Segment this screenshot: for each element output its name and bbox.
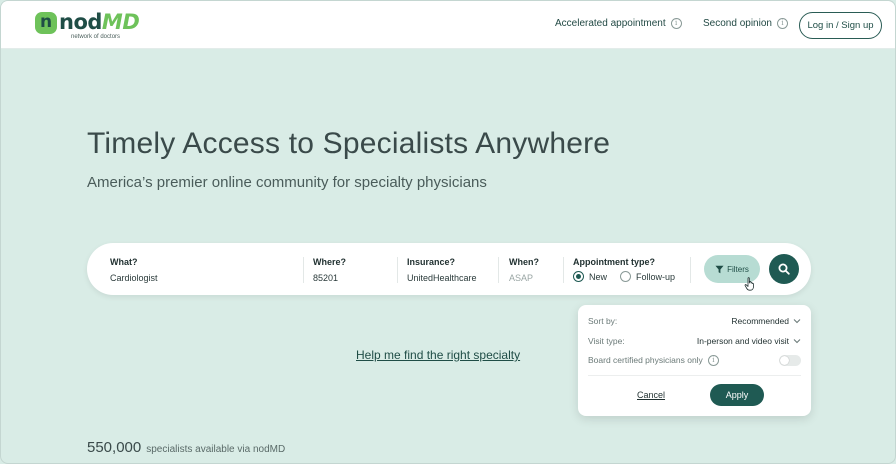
logo-mark-letter: n [39,11,53,32]
visit-type-label: Visit type: [588,336,625,346]
logo-text-accent: MD [101,10,140,34]
when-input[interactable]: ASAP [509,273,539,283]
sort-by-row[interactable]: Sort by: Recommended [588,314,801,328]
hand-cursor-icon [744,277,754,291]
insurance-input[interactable]: UnitedHealthcare [407,273,477,283]
logo-wordmark: nodMD [59,10,140,34]
info-icon[interactable]: i [670,18,682,29]
what-field[interactable]: What? Cardiologist [110,257,158,283]
cancel-button[interactable]: Cancel [637,390,665,400]
specialists-count-number: 550,000 [87,439,142,456]
info-icon[interactable]: i [776,18,788,29]
radio-follow-up[interactable] [620,271,632,282]
appointment-type-field: Appointment type? New Follow-up [573,257,688,282]
insurance-field[interactable]: Insurance? UnitedHealthcare [407,257,477,283]
specialists-count: 550,000 specialists available via nodMD [87,439,285,456]
field-divider [397,257,398,283]
logo-mark: n [35,12,57,34]
chevron-down-icon [793,339,801,344]
sort-by-label: Sort by: [588,316,618,326]
nav-accelerated-appointment[interactable]: Accelerated appointment i [555,18,682,29]
nav-second-opinion-label: Second opinion [703,18,772,29]
app-frame: n nodMD network of doctors Accelerated a… [0,0,896,464]
when-field[interactable]: When? ASAP [509,257,539,283]
when-label: When? [509,257,539,267]
appointment-type-options: New Follow-up [573,271,688,282]
info-icon[interactable]: i [707,354,719,366]
radio-follow-up-label[interactable]: Follow-up [636,272,675,282]
chevron-down-icon [793,319,801,324]
search-button[interactable] [769,254,799,284]
where-input[interactable]: 85201 [313,273,346,283]
field-divider [563,257,564,283]
field-divider [303,257,304,283]
header: n nodMD network of doctors Accelerated a… [1,1,895,49]
specialists-count-text: specialists available via nodMD [146,444,286,455]
logo-tagline: network of doctors [71,34,121,40]
apply-button[interactable]: Apply [710,384,764,406]
field-divider [498,257,499,283]
login-signup-button[interactable]: Log in / Sign up [799,12,882,39]
board-certified-label: Board certified physicians only i [588,354,719,366]
nav-second-opinion[interactable]: Second opinion i [703,18,788,29]
what-input[interactable]: Cardiologist [110,273,158,283]
hero-title: Timely Access to Specialists Anywhere [87,127,611,160]
where-field[interactable]: Where? 85201 [313,257,346,283]
what-label: What? [110,257,138,267]
appointment-type-label: Appointment type? [573,257,655,267]
visit-type-value: In-person and video visit [696,336,789,346]
field-divider [690,257,691,283]
dropdown-divider [588,375,801,376]
insurance-label: Insurance? [407,257,456,267]
nav-accelerated-appointment-label: Accelerated appointment [555,18,666,29]
board-certified-text: Board certified physicians only [588,355,703,365]
visit-type-row[interactable]: Visit type: In-person and video visit [588,334,801,348]
hero-subtitle: America’s premier online community for s… [87,174,487,191]
filter-funnel-icon [715,265,724,273]
radio-new[interactable] [573,271,584,282]
help-find-specialty-link[interactable]: Help me find the right specialty [356,348,520,362]
nodmd-logo[interactable]: n nodMD network of doctors [35,10,155,42]
search-bar: What? Cardiologist Where? 85201 Insuranc… [87,243,811,295]
where-label: Where? [313,257,347,267]
sort-by-select[interactable]: Recommended [731,316,801,326]
search-icon [778,263,790,275]
board-certified-toggle[interactable] [779,354,801,366]
sort-by-value: Recommended [731,316,789,326]
logo-text-main: nod [59,10,102,34]
board-certified-row: Board certified physicians only i [588,353,801,367]
visit-type-select[interactable]: In-person and video visit [697,336,801,346]
radio-new-label[interactable]: New [589,272,607,282]
filters-dropdown: Sort by: Recommended Visit type: In-pers… [578,305,811,416]
filters-button-label: Filters [727,264,749,274]
